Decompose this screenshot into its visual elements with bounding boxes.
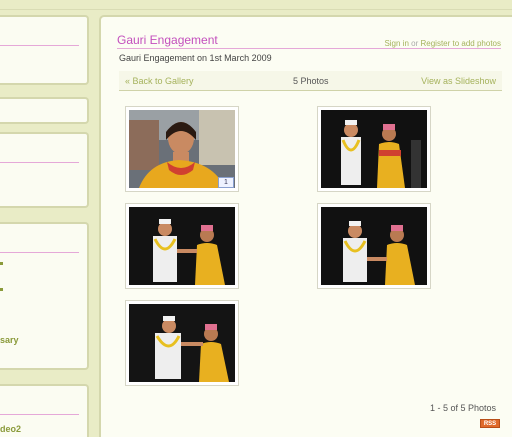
- photo-4-image: [321, 207, 427, 285]
- slideshow-link[interactable]: View as Slideshow: [421, 76, 496, 86]
- sidebar-panel-4: sary: [0, 222, 89, 370]
- or-text: or: [411, 39, 419, 48]
- photo-2-image: [321, 110, 427, 188]
- photo-badge: 1: [218, 177, 234, 188]
- photo-thumbnail[interactable]: [125, 203, 239, 289]
- pagination-info: 1 - 5 of 5 Photos: [429, 403, 496, 413]
- photo-count: 5 Photos: [293, 76, 329, 86]
- top-bar: [0, 0, 512, 10]
- sidebar-link[interactable]: sary: [0, 335, 19, 345]
- sidebar-rule: [0, 162, 79, 163]
- register-link[interactable]: Register to add photos: [421, 39, 502, 48]
- sidebar-bullet: [0, 262, 3, 265]
- photo-thumbnail[interactable]: [125, 300, 239, 386]
- photo-thumbnail[interactable]: [317, 203, 431, 289]
- sign-in-link[interactable]: Sign in: [384, 39, 408, 48]
- gallery-subtitle: Gauri Engagement on 1st March 2009: [119, 53, 272, 63]
- signin-links: Sign in or Register to add photos: [384, 39, 501, 48]
- sidebar-panel-5: deo2: [0, 384, 89, 437]
- gallery-panel: Gauri Engagement Sign in or Register to …: [99, 15, 512, 437]
- sidebar-panel-3: [0, 132, 89, 208]
- rss-icon[interactable]: RSS: [480, 419, 500, 428]
- gallery-title: Gauri Engagement: [117, 33, 218, 47]
- photo-thumbnail[interactable]: 1: [125, 106, 239, 192]
- back-to-gallery-link[interactable]: « Back to Gallery: [125, 76, 194, 86]
- title-divider: [117, 48, 501, 49]
- sidebar-rule: [0, 414, 79, 415]
- photo-thumbnail[interactable]: [317, 106, 431, 192]
- photo-5-image: [129, 304, 235, 382]
- photo-3-image: [129, 207, 235, 285]
- sidebar-panel-1: [0, 15, 89, 85]
- sidebar-link[interactable]: deo2: [0, 424, 21, 434]
- sidebar-rule: [0, 252, 79, 253]
- gallery-nav-bar: « Back to Gallery 5 Photos View as Slide…: [119, 71, 502, 91]
- sidebar-rule: [0, 45, 79, 46]
- sidebar-bullet: [0, 288, 3, 291]
- sidebar-panel-2: [0, 97, 89, 124]
